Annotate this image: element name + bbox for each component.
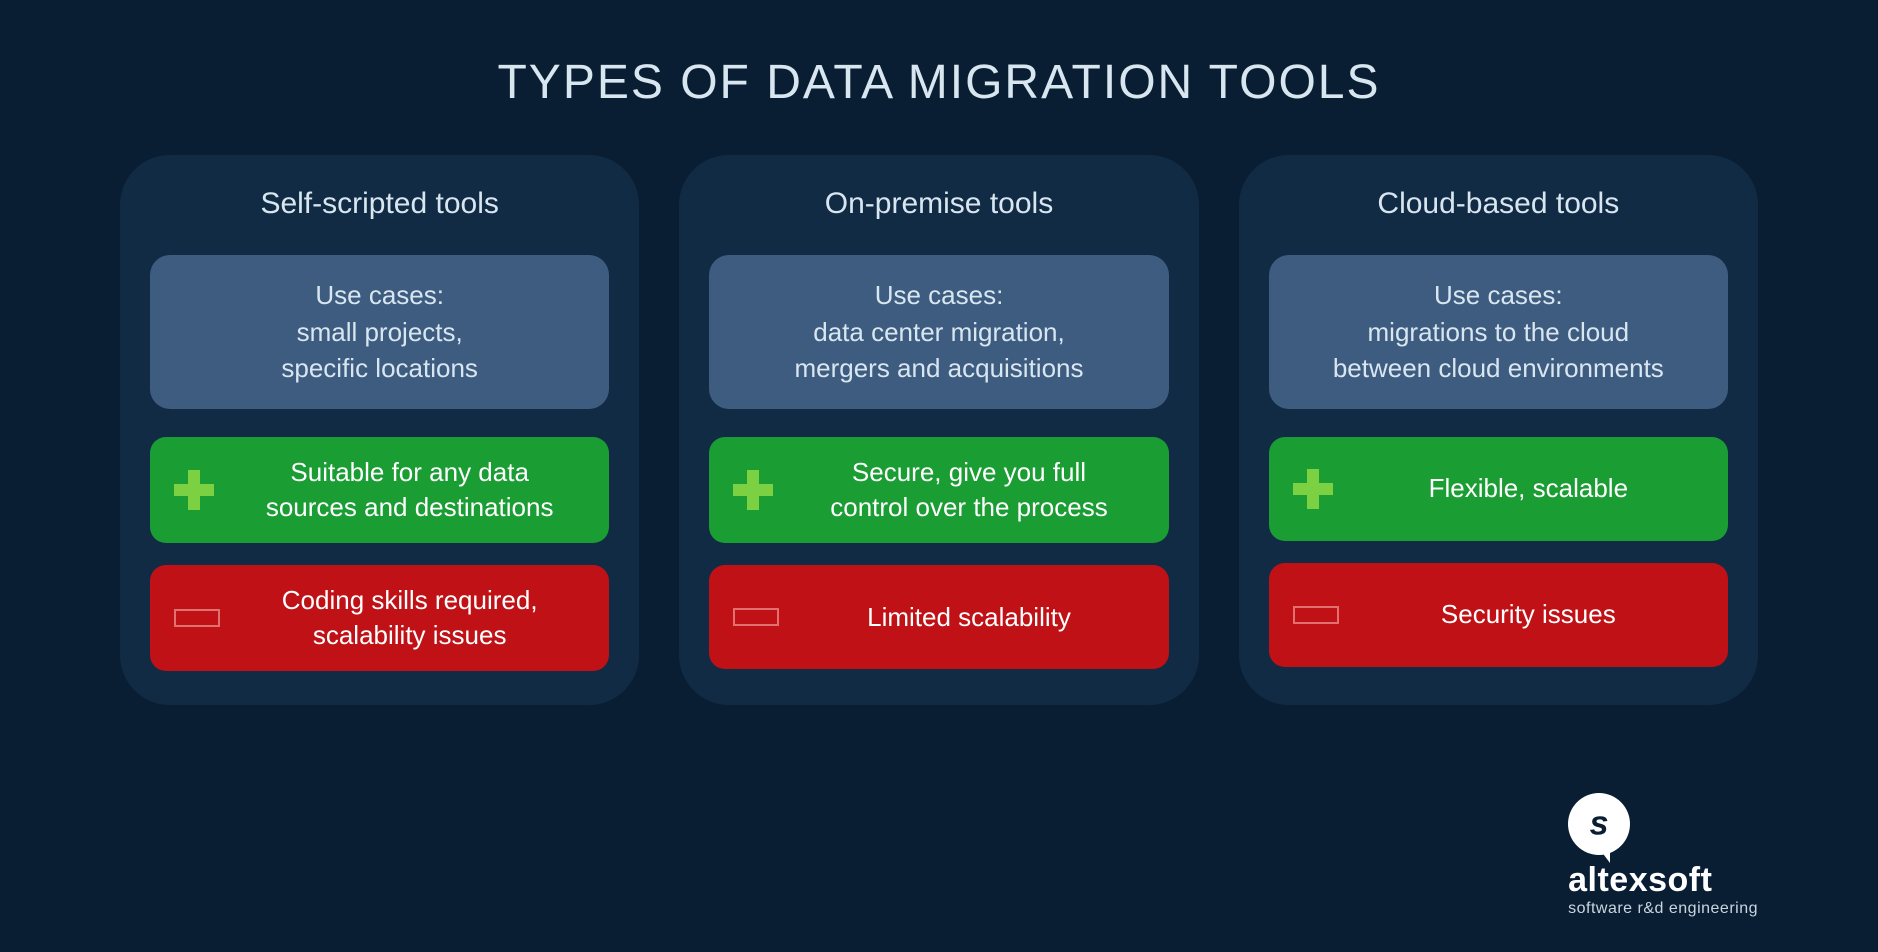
brand-logo: s altexsoft software r&d engineering (1568, 793, 1758, 918)
pro-box: Flexible, scalable (1269, 437, 1728, 541)
pro-box: Secure, give you full control over the p… (709, 437, 1168, 543)
con-box: Limited scalability (709, 565, 1168, 669)
plus-icon (1293, 469, 1333, 509)
usecase-box: Use cases: data center migration, merger… (709, 255, 1168, 409)
minus-icon (1293, 606, 1339, 624)
pro-text: Secure, give you full control over the p… (830, 455, 1107, 525)
cards-row: Self-scripted tools Use cases: small pro… (0, 155, 1878, 705)
plus-icon (174, 470, 214, 510)
page-title: TYPES OF DATA MIGRATION TOOLS (0, 0, 1878, 155)
card-self-scripted: Self-scripted tools Use cases: small pro… (120, 155, 639, 705)
con-box: Security issues (1269, 563, 1728, 667)
logo-name: altexsoft (1568, 861, 1758, 900)
card-cloud-based: Cloud-based tools Use cases: migrations … (1239, 155, 1758, 705)
logo-glyph: s (1590, 805, 1609, 844)
card-on-premise: On-premise tools Use cases: data center … (679, 155, 1198, 705)
con-box: Coding skills required, scalability issu… (150, 565, 609, 671)
plus-icon (733, 470, 773, 510)
card-title: Cloud-based tools (1269, 187, 1728, 221)
pro-text: Flexible, scalable (1429, 471, 1628, 506)
minus-icon (733, 608, 779, 626)
logo-bubble-icon: s (1568, 793, 1630, 855)
con-text: Security issues (1441, 597, 1616, 632)
card-title: Self-scripted tools (150, 187, 609, 221)
logo-tagline: software r&d engineering (1568, 900, 1758, 918)
con-text: Limited scalability (867, 600, 1071, 635)
minus-icon (174, 609, 220, 627)
card-title: On-premise tools (709, 187, 1168, 221)
usecase-box: Use cases: small projects, specific loca… (150, 255, 609, 409)
pro-box: Suitable for any data sources and destin… (150, 437, 609, 543)
pro-text: Suitable for any data sources and destin… (266, 455, 554, 525)
con-text: Coding skills required, scalability issu… (282, 583, 538, 653)
usecase-box: Use cases: migrations to the cloud betwe… (1269, 255, 1728, 409)
